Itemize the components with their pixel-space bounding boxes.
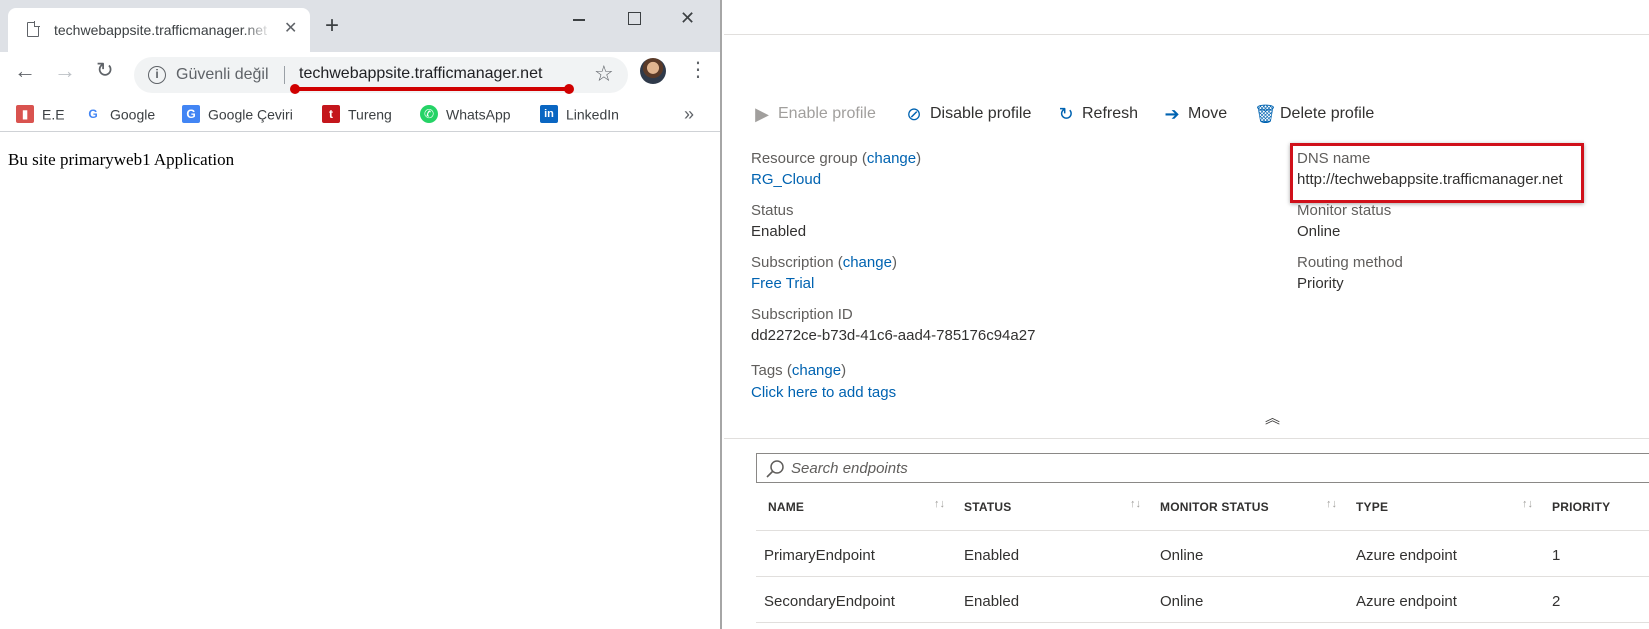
profile-avatar[interactable] bbox=[640, 58, 666, 84]
refresh-icon: ↻ bbox=[1058, 104, 1074, 124]
subscription-label: Subscription (change) bbox=[751, 254, 897, 271]
book-icon: ▮ bbox=[16, 105, 34, 124]
tureng-icon: t bbox=[322, 105, 340, 124]
command-bar: ▶ Enable profile ⊘ Disable profile ↻ Refres… bbox=[724, 96, 1649, 132]
endpoint-priority: 1 bbox=[1552, 547, 1561, 564]
endpoint-status: Enabled bbox=[964, 593, 1020, 610]
close-tab-icon[interactable]: ✕ bbox=[284, 21, 297, 37]
status-label: Status bbox=[751, 202, 794, 219]
endpoint-type: Azure endpoint bbox=[1356, 547, 1457, 564]
red-highlight-annotation bbox=[1290, 143, 1584, 203]
search-input[interactable] bbox=[791, 454, 1591, 482]
refresh-button[interactable]: ↻ Refresh bbox=[1056, 104, 1138, 124]
change-resource-group-link[interactable]: change bbox=[867, 150, 916, 167]
sort-icon[interactable]: ↑↓ bbox=[934, 498, 945, 510]
tags-label: Tags (change) bbox=[751, 362, 847, 379]
disable-icon: ⊘ bbox=[906, 104, 922, 124]
disable-profile-button[interactable]: ⊘ Disable profile bbox=[904, 104, 1031, 124]
info-icon[interactable]: i bbox=[148, 66, 166, 84]
bookmark-google[interactable]: G Google bbox=[84, 105, 155, 125]
bookmark-linkedin[interactable]: in LinkedIn bbox=[540, 105, 619, 125]
monitor-status-value: Online bbox=[1297, 223, 1341, 240]
tab-title: techwebappsite.trafficmanager.net bbox=[54, 22, 272, 38]
omnibox-divider bbox=[284, 66, 285, 84]
tab-strip: techwebappsite.trafficmanager.net ✕ + ✕ bbox=[0, 0, 720, 52]
google-icon: G bbox=[84, 105, 102, 124]
bookmarks-bar: ▮ E.E G Google G Google Çeviri t Tureng ✆ Wha… bbox=[0, 98, 720, 132]
column-header-name[interactable]: NAME bbox=[768, 500, 804, 514]
row-divider bbox=[756, 622, 1649, 623]
minimize-button[interactable] bbox=[567, 8, 591, 28]
bookmark-google-ceviri[interactable]: G Google Çeviri bbox=[182, 105, 293, 125]
endpoint-monitor-status: Online bbox=[1160, 593, 1204, 610]
routing-method-label: Routing method bbox=[1297, 254, 1403, 271]
collapse-essentials-icon[interactable]: ︽ bbox=[1265, 411, 1280, 426]
browser-window: techwebappsite.trafficmanager.net ✕ + ✕ … bbox=[0, 0, 722, 629]
close-window-button[interactable]: ✕ bbox=[680, 8, 704, 28]
endpoint-priority: 2 bbox=[1552, 593, 1561, 610]
azure-portal-pane: ▶ Enable profile ⊘ Disable profile ↻ Refres… bbox=[724, 0, 1649, 629]
address-bar[interactable]: i Güvenli değil techwebappsite.trafficma… bbox=[134, 57, 628, 94]
search-endpoints-box[interactable] bbox=[756, 453, 1649, 483]
status-value: Enabled bbox=[751, 223, 807, 240]
play-icon: ▶ bbox=[755, 104, 769, 124]
more-bookmarks-icon[interactable]: » bbox=[684, 104, 694, 125]
browser-toolbar: ← → ↻ i Güvenli değil techwebappsite.tra… bbox=[0, 52, 720, 98]
column-header-type[interactable]: TYPE bbox=[1356, 500, 1388, 514]
row-divider bbox=[756, 576, 1649, 577]
back-button[interactable]: ← bbox=[14, 60, 36, 82]
column-header-status[interactable]: STATUS bbox=[964, 500, 1011, 514]
maximize-button[interactable] bbox=[622, 8, 646, 28]
subscription-id-label: Subscription ID bbox=[751, 306, 853, 323]
endpoint-name[interactable]: PrimaryEndpoint bbox=[764, 547, 875, 564]
linkedin-icon: in bbox=[540, 105, 558, 124]
reload-button[interactable]: ↻ bbox=[96, 60, 114, 82]
delete-profile-button[interactable]: 🗑 Delete profile bbox=[1254, 104, 1374, 124]
trash-icon: 🗑 bbox=[1254, 104, 1277, 124]
bookmark-star-icon[interactable]: ☆ bbox=[594, 62, 614, 86]
monitor-status-label: Monitor status bbox=[1297, 202, 1392, 219]
translate-icon: G bbox=[182, 105, 200, 124]
forward-button[interactable]: → bbox=[54, 60, 76, 82]
column-header-priority[interactable]: PRIORITY bbox=[1552, 500, 1610, 514]
endpoint-name[interactable]: SecondaryEndpoint bbox=[764, 593, 895, 610]
change-tags-link[interactable]: change bbox=[792, 362, 841, 379]
security-label[interactable]: Güvenli değil bbox=[176, 66, 269, 84]
bookmark-whatsapp[interactable]: ✆ WhatsApp bbox=[420, 105, 511, 125]
subscription-value[interactable]: Free Trial bbox=[751, 275, 814, 292]
move-button[interactable]: ➔ Move bbox=[1162, 104, 1227, 124]
sort-icon[interactable]: ↑↓ bbox=[1326, 498, 1337, 510]
add-tags-link[interactable]: Click here to add tags bbox=[751, 384, 896, 401]
routing-method-value: Priority bbox=[1297, 275, 1344, 292]
arrow-right-icon: ➔ bbox=[1164, 104, 1180, 124]
resource-group-label: Resource group (change) bbox=[751, 150, 922, 167]
red-underline-annotation bbox=[290, 84, 574, 94]
header-divider bbox=[724, 34, 1649, 35]
sort-icon[interactable]: ↑↓ bbox=[1130, 498, 1141, 510]
page-icon bbox=[27, 21, 40, 37]
subscription-id-value: dd2272ce-b73d-41c6-aad4-785176c94a27 bbox=[751, 327, 1036, 344]
endpoint-status: Enabled bbox=[964, 547, 1020, 564]
url-text[interactable]: techwebappsite.trafficmanager.net bbox=[299, 65, 542, 83]
whatsapp-icon: ✆ bbox=[420, 105, 438, 124]
more-menu-icon[interactable]: ⋮ bbox=[688, 60, 708, 80]
bookmark-tureng[interactable]: t Tureng bbox=[322, 105, 392, 125]
section-divider bbox=[724, 438, 1649, 439]
sort-icon[interactable]: ↑↓ bbox=[1522, 498, 1533, 510]
enable-profile-button[interactable]: ▶ Enable profile bbox=[752, 104, 876, 124]
resource-group-value[interactable]: RG_Cloud bbox=[751, 171, 821, 188]
endpoint-monitor-status: Online bbox=[1160, 547, 1204, 564]
new-tab-button[interactable]: + bbox=[325, 14, 339, 38]
change-subscription-link[interactable]: change bbox=[843, 254, 892, 271]
header-divider bbox=[756, 530, 1649, 531]
browser-tab[interactable]: techwebappsite.trafficmanager.net ✕ bbox=[8, 8, 310, 52]
endpoint-type: Azure endpoint bbox=[1356, 593, 1457, 610]
search-icon bbox=[766, 460, 784, 478]
page-content: Bu site primaryweb1 Application bbox=[8, 150, 235, 169]
bookmark-ee[interactable]: ▮ E.E bbox=[16, 105, 65, 125]
column-header-monitor-status[interactable]: MONITOR STATUS bbox=[1160, 500, 1269, 514]
